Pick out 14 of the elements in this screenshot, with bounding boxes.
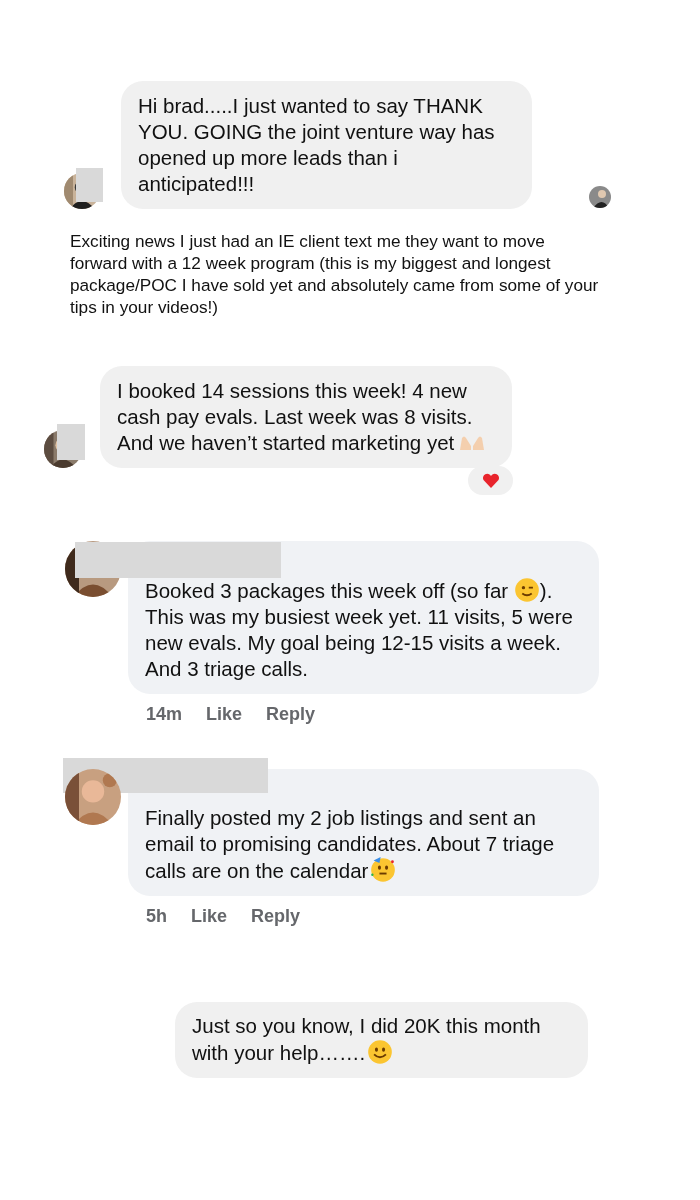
message-bubble: Just so you know, I did 20K this month with your help……. — [175, 1002, 588, 1078]
comment-bubble: Finally posted my 2 job listings and sent an email to promising candidates. About 7 triage calls are on the calendar — [128, 769, 599, 896]
heart-icon — [481, 472, 500, 489]
comment-time: 14m — [146, 704, 183, 725]
winking-face-icon — [513, 577, 540, 603]
like-link[interactable]: Like — [206, 704, 243, 725]
like-link[interactable]: Like — [191, 906, 228, 927]
comment-time: 5h — [146, 906, 167, 927]
reply-link[interactable]: Reply — [266, 704, 316, 725]
comment-bubble: Booked 3 packages this week off (so far ). This was my busiest week yet. 11 visits, 5 were new evals. My goal being 12-15 visits a week. And 3 triage calls. — [128, 541, 599, 694]
reply-link[interactable]: Reply — [251, 906, 301, 927]
message-bubble: Hi brad.....I just wanted to say THANK YOU. GOING the joint venture way has opened up more leads than i anticipated!!! — [121, 81, 532, 209]
message-bubble: I booked 14 sessions this week! 4 new cash pay evals. Last week was 8 visits. And we haven’t started marketing yet — [100, 366, 512, 468]
message-text: Exciting news I just had an IE client text me they want to move forward with a 12 week program (this is my biggest and longest package/POC I have sold yet and absolutely came from some of your tips in your videos!) — [70, 230, 600, 318]
